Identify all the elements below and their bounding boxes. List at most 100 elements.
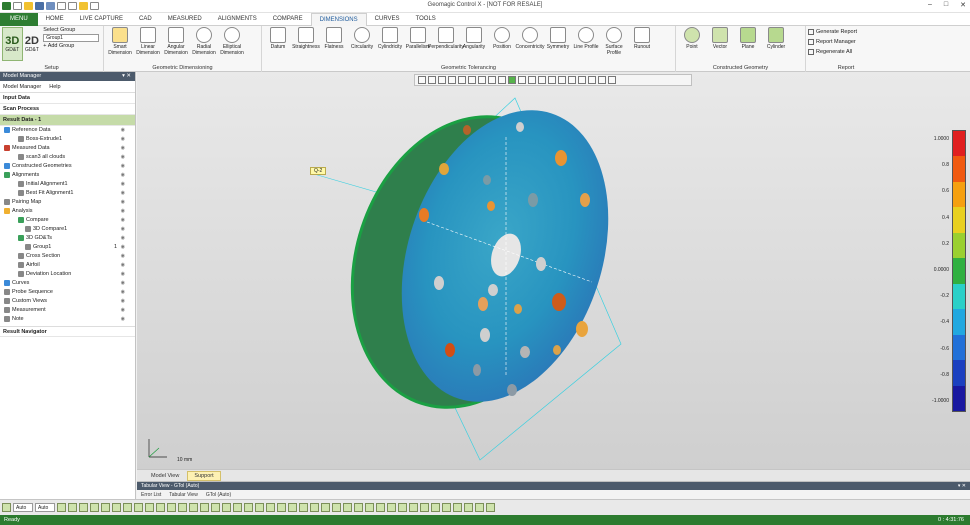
filter-tool-24-icon[interactable]: [310, 503, 319, 512]
panel-pin-close-icons[interactable]: ▾ ✕: [122, 72, 131, 81]
tree-item[interactable]: Cross Section ◉: [0, 252, 135, 261]
select-group-combo[interactable]: Group1: [43, 34, 100, 42]
filter-tool-32-icon[interactable]: [398, 503, 407, 512]
visibility-eye-icon[interactable]: ◉: [121, 126, 125, 135]
report-manager-button[interactable]: Report Manager: [808, 37, 857, 47]
filter-mode-combo[interactable]: Auto: [35, 503, 55, 512]
deviation-color-bar[interactable]: [952, 130, 966, 412]
regenerate-all-button[interactable]: Regenerate All: [808, 47, 857, 57]
tree-item[interactable]: 3D Compare1 ◉: [0, 225, 135, 234]
filter-tool-2-icon[interactable]: [68, 503, 77, 512]
visibility-eye-icon[interactable]: ◉: [121, 153, 125, 162]
tree-item[interactable]: Reference Data ◉: [0, 126, 135, 135]
visibility-eye-icon[interactable]: ◉: [121, 270, 125, 279]
tab-home[interactable]: HOME: [38, 13, 72, 26]
filter-tool-3-icon[interactable]: [79, 503, 88, 512]
filter-tool-37-icon[interactable]: [453, 503, 462, 512]
visibility-eye-icon[interactable]: ◉: [121, 279, 125, 288]
generate-report-button[interactable]: Generate Report: [808, 27, 857, 37]
filter-tool-12-icon[interactable]: [178, 503, 187, 512]
tree-item[interactable]: scan3 all clouds ◉: [0, 153, 135, 162]
tree-item[interactable]: Initial Alignment1 ◉: [0, 180, 135, 189]
filter-tool-18-icon[interactable]: [244, 503, 253, 512]
tree-item[interactable]: Note ◉: [0, 315, 135, 324]
add-group-button[interactable]: + Add Group: [43, 43, 101, 49]
visibility-eye-icon[interactable]: ◉: [121, 189, 125, 198]
visibility-eye-icon[interactable]: ◉: [121, 216, 125, 225]
tab-tools[interactable]: TOOLS: [408, 13, 444, 26]
tree-item[interactable]: Compare ◉: [0, 216, 135, 225]
tree-item[interactable]: Measurement ◉: [0, 306, 135, 315]
filter-tool-33-icon[interactable]: [409, 503, 418, 512]
minimize-icon[interactable]: –: [928, 1, 932, 9]
tab-curves[interactable]: CURVES: [367, 13, 408, 26]
tab-tabular-view[interactable]: Tabular View: [169, 492, 198, 498]
filter-tool-29-icon[interactable]: [365, 503, 374, 512]
filter-tool-7-icon[interactable]: [123, 503, 132, 512]
tree-item[interactable]: Best Fit Alignment1 ◉: [0, 189, 135, 198]
filter-tool-21-icon[interactable]: [277, 503, 286, 512]
filter-tool-4-icon[interactable]: [90, 503, 99, 512]
tree-item[interactable]: Alignments ◉: [0, 171, 135, 180]
tab-cad[interactable]: CAD: [131, 13, 160, 26]
filter-tool-35-icon[interactable]: [431, 503, 440, 512]
maximize-icon[interactable]: □: [944, 1, 948, 9]
tab-compare[interactable]: COMPARE: [265, 13, 311, 26]
filter-tool-25-icon[interactable]: [321, 503, 330, 512]
visibility-eye-icon[interactable]: ◉: [121, 297, 125, 306]
tree-item[interactable]: Pairing Map ◉: [0, 198, 135, 207]
tab-measured[interactable]: MEASURED: [160, 13, 210, 26]
filter-tool-23-icon[interactable]: [299, 503, 308, 512]
visibility-eye-icon[interactable]: ◉: [121, 198, 125, 207]
tab-gtol-auto[interactable]: GTol (Auto): [206, 492, 231, 498]
tab-model-manager[interactable]: Model Manager: [3, 84, 41, 90]
section-input-data[interactable]: Input Data: [0, 93, 135, 104]
filter-tool-13-icon[interactable]: [189, 503, 198, 512]
filter-tool-6-icon[interactable]: [112, 503, 121, 512]
filter-tool-22-icon[interactable]: [288, 503, 297, 512]
tree-item[interactable]: Measured Data ◉: [0, 144, 135, 153]
tree-item[interactable]: Constructed Geometries ◉: [0, 162, 135, 171]
tabular-close-icon[interactable]: ▾ ✕: [958, 482, 966, 490]
tab-help[interactable]: Help: [49, 84, 60, 90]
tree-item[interactable]: Boss-Extrude1 ◉: [0, 135, 135, 144]
3d-gdt-button[interactable]: 3D GD&T: [2, 27, 23, 61]
close-icon[interactable]: ✕: [960, 1, 966, 9]
model-viewport[interactable]: Q-2 10 mm 1.0000 0.8 0.6 0.4 0.2 0.0000 -0.2 -0…: [137, 72, 970, 469]
filter-tool-40-icon[interactable]: [486, 503, 495, 512]
tab-error-list[interactable]: Error List: [141, 492, 161, 498]
2d-gdt-button[interactable]: 2D GD&T: [23, 27, 42, 61]
visibility-eye-icon[interactable]: ◉: [121, 306, 125, 315]
tab-live-capture[interactable]: LIVE CAPTURE: [72, 13, 131, 26]
tree-item[interactable]: Airfoil ◉: [0, 261, 135, 270]
visibility-eye-icon[interactable]: ◉: [121, 180, 125, 189]
filter-tool-9-icon[interactable]: [145, 503, 154, 512]
visibility-eye-icon[interactable]: ◉: [121, 207, 125, 216]
section-scan-process[interactable]: Scan Process: [0, 104, 135, 115]
visibility-eye-icon[interactable]: ◉: [121, 234, 125, 243]
selection-mode-combo[interactable]: Auto: [13, 503, 33, 512]
tree-item[interactable]: 3D GD&Ts ◉: [0, 234, 135, 243]
filter-tool-19-icon[interactable]: [255, 503, 264, 512]
toolbar-mode-icon[interactable]: [2, 503, 11, 512]
visibility-eye-icon[interactable]: ◉: [121, 144, 125, 153]
visibility-eye-icon[interactable]: ◉: [121, 288, 125, 297]
tab-model-view[interactable]: Model View: [145, 472, 185, 480]
datum-tag[interactable]: Q-2: [310, 167, 327, 175]
filter-tool-5-icon[interactable]: [101, 503, 110, 512]
result-navigator-header[interactable]: Result Navigator: [0, 326, 135, 337]
tree-item[interactable]: Curves ◉: [0, 279, 135, 288]
filter-tool-34-icon[interactable]: [420, 503, 429, 512]
visibility-eye-icon[interactable]: ◉: [121, 225, 125, 234]
filter-tool-31-icon[interactable]: [387, 503, 396, 512]
tree-item[interactable]: Custom Views ◉: [0, 297, 135, 306]
filter-tool-30-icon[interactable]: [376, 503, 385, 512]
filter-tool-10-icon[interactable]: [156, 503, 165, 512]
tab-dimensions[interactable]: DIMENSIONS: [310, 13, 367, 26]
filter-tool-14-icon[interactable]: [200, 503, 209, 512]
visibility-eye-icon[interactable]: ◉: [121, 135, 125, 144]
tree-item[interactable]: Deviation Location ◉: [0, 270, 135, 279]
visibility-eye-icon[interactable]: ◉: [121, 315, 125, 324]
filter-tool-20-icon[interactable]: [266, 503, 275, 512]
visibility-eye-icon[interactable]: ◉: [121, 261, 125, 270]
